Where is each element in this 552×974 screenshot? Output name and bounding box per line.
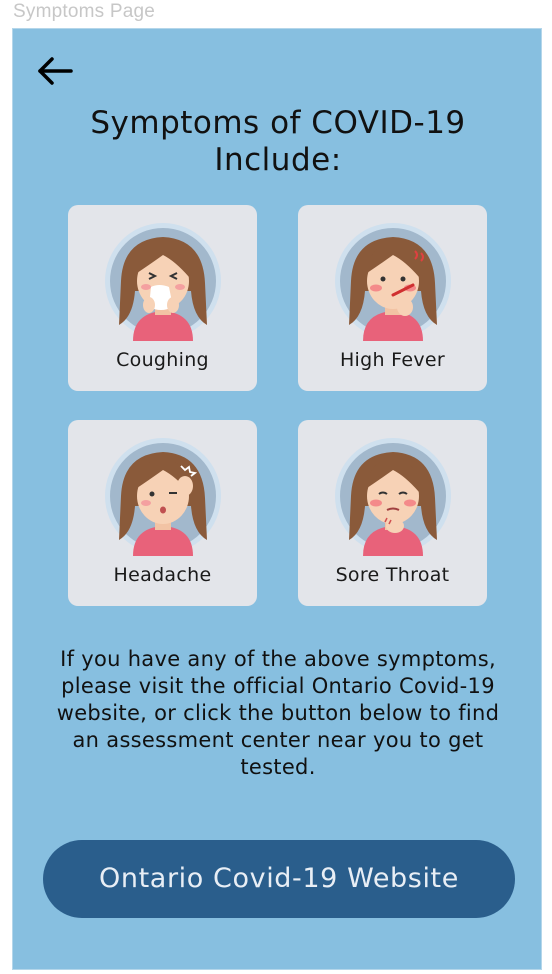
symptom-card-coughing[interactable]: Coughing — [68, 205, 257, 391]
symptom-card-headache[interactable]: Headache — [68, 420, 257, 606]
sore-throat-girl-icon — [335, 438, 451, 556]
symptom-card-high-fever[interactable]: High Fever — [298, 205, 487, 391]
fever-girl-icon — [335, 223, 451, 341]
symptom-card-sore-throat[interactable]: Sore Throat — [298, 420, 487, 606]
symptom-label-coughing: Coughing — [116, 349, 209, 371]
frame-label: Symptoms Page — [13, 1, 155, 22]
ontario-covid-website-button[interactable]: Ontario Covid-19 Website — [43, 840, 515, 918]
arrow-left-icon — [38, 57, 73, 85]
symptom-label-headache: Headache — [113, 564, 212, 586]
symptom-label-sore-throat: Sore Throat — [335, 564, 450, 586]
symptom-label-high-fever: High Fever — [339, 349, 446, 371]
coughing-girl-icon — [105, 223, 221, 341]
headache-girl-icon — [105, 438, 221, 556]
symptoms-screen: Symptoms of COVID-19 Include: Coughing H… — [12, 28, 542, 970]
page-title: Symptoms of COVID-19 Include: — [90, 105, 466, 178]
info-text: If you have any of the above symptoms, p… — [56, 647, 500, 779]
back-button[interactable] — [35, 51, 75, 91]
